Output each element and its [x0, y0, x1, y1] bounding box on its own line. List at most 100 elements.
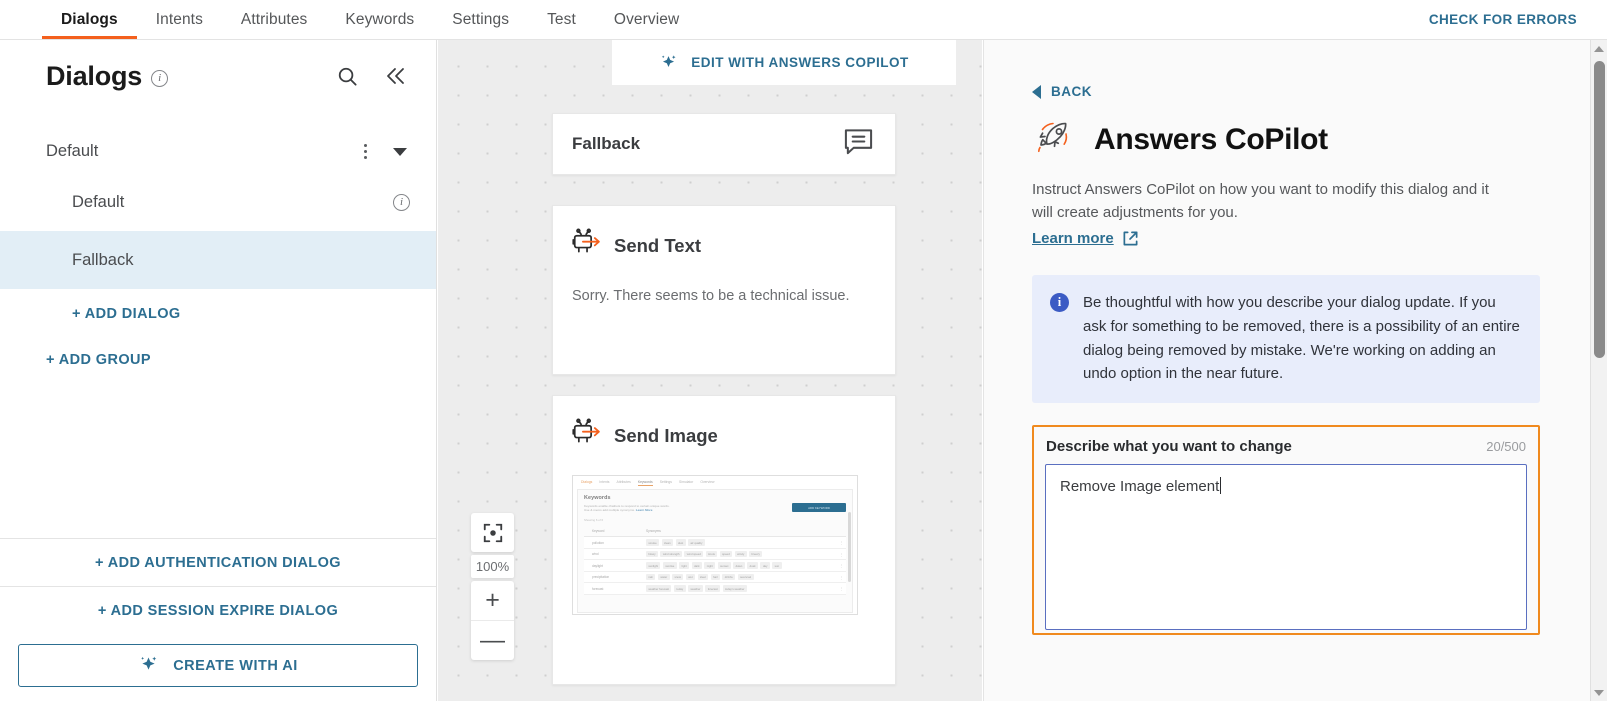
row-menu-icon: ⋮	[839, 586, 844, 592]
chip: dark	[691, 562, 702, 569]
chip: water	[657, 573, 670, 581]
prompt-textarea[interactable]: Remove Image element	[1045, 463, 1527, 630]
search-icon[interactable]	[333, 62, 361, 90]
zoom-in-button[interactable]: +	[471, 581, 514, 621]
create-with-ai-wrap: CREATE WITH AI	[0, 634, 436, 701]
chip: blowy	[646, 550, 658, 558]
tab-settings[interactable]: Settings	[433, 0, 528, 39]
node-title: Fallback	[572, 134, 641, 153]
zoom-out-button[interactable]: —	[471, 621, 514, 660]
preview-cell-synonyms: sunlight sunrise light dark night sunset…	[646, 562, 837, 569]
node-send-image[interactable]: Send Image Dialogs Intents Attributes Ke…	[552, 395, 896, 685]
triangle-left-icon	[1032, 84, 1041, 99]
dialog-canvas[interactable]: EDIT WITH ANSWERS COPILOT Fallback Send …	[438, 40, 982, 701]
preview-tab: Attributes	[616, 480, 631, 484]
add-dialog-button[interactable]: + ADD DIALOG	[0, 289, 436, 323]
tab-label: Intents	[155, 10, 203, 28]
tab-label: Test	[547, 10, 576, 28]
caret-down-icon[interactable]	[393, 147, 407, 156]
tab-keywords[interactable]: Keywords	[326, 0, 433, 39]
chip: breezy	[749, 550, 763, 558]
dialog-group-row[interactable]: Default	[0, 130, 436, 173]
chip: knots	[705, 550, 718, 558]
chip: dust	[675, 539, 686, 546]
add-group-button[interactable]: + ADD GROUP	[0, 323, 436, 369]
prompt-header: Describe what you want to change 20/500	[1045, 438, 1527, 464]
sidebar-header-actions	[333, 62, 410, 90]
learn-more-link[interactable]: Learn more	[1032, 227, 1139, 250]
panel-scrollbar[interactable]	[1590, 40, 1607, 701]
tab-label: Settings	[452, 10, 510, 28]
create-with-ai-button[interactable]: CREATE WITH AI	[18, 644, 418, 687]
table-row: wind blowy wind strength wind speed knot…	[584, 548, 846, 561]
sidebar-item-fallback[interactable]: Fallback	[0, 231, 436, 289]
table-row: precipitation rain water snow wet sleet …	[584, 571, 846, 584]
preview-table-header: Keyword Synonyms	[584, 526, 846, 538]
sparkle-icon	[138, 653, 159, 678]
scroll-up-arrow-icon[interactable]	[1591, 40, 1607, 57]
collapse-icon[interactable]	[382, 62, 410, 90]
check-for-errors-button[interactable]: CHECK FOR ERRORS	[1429, 0, 1607, 39]
table-row: forecast weather forecast today weather …	[584, 583, 846, 595]
tab-attributes[interactable]: Attributes	[222, 0, 326, 39]
tab-test[interactable]: Test	[528, 0, 595, 39]
preview-tab: Dialogs	[581, 480, 593, 484]
text-caret	[1220, 476, 1222, 494]
preview-heading: Keywords	[584, 495, 611, 501]
row-menu-icon: ⋮	[839, 551, 844, 557]
edit-with-copilot-label: EDIT WITH ANSWERS COPILOT	[691, 55, 909, 70]
answers-copilot-panel: BACK Answers CoPilot Instruct Answers Co…	[983, 40, 1590, 701]
sidebar-footer: + ADD AUTHENTICATION DIALOG + ADD SESSIO…	[0, 538, 436, 701]
preview-tab: Simulator	[678, 480, 694, 484]
info-icon[interactable]: i	[393, 193, 410, 211]
check-for-errors-label: CHECK FOR ERRORS	[1428, 12, 1577, 27]
prompt-label: Describe what you want to change	[1046, 437, 1292, 455]
node-title: Send Image	[614, 424, 718, 446]
chip: snow	[672, 573, 684, 581]
tab-list: Dialogs Intents Attributes Keywords Sett…	[42, 0, 698, 39]
dialog-item-label: Default	[72, 192, 125, 211]
preview-col-synonyms: Synonyms	[646, 529, 661, 534]
chat-bubble-icon[interactable]	[843, 128, 874, 161]
image-attachment-preview[interactable]: Dialogs Intents Attributes Keywords Sett…	[572, 475, 858, 615]
back-button[interactable]: BACK	[1032, 84, 1540, 99]
zoom-level-label[interactable]: 100%	[471, 555, 514, 578]
add-group-label: + ADD GROUP	[46, 352, 151, 368]
preview-cell-synonyms: blowy wind strength wind speed knots spe…	[646, 550, 837, 558]
preview-cell-keyword: daylight	[592, 563, 603, 568]
dialogs-sidebar: Dialogs i Default Default i Fallback + A…	[0, 40, 437, 701]
tab-label: Attributes	[240, 10, 308, 28]
rocket-icon	[1032, 117, 1076, 162]
add-session-expire-dialog-button[interactable]: + ADD SESSION EXPIRE DIALOG	[0, 586, 436, 634]
preview-add-keyword-button: ADD KEYWORD	[792, 503, 846, 512]
preview-panel: Keywords Keywords enable chatbots to res…	[577, 489, 853, 613]
tab-dialogs[interactable]: Dialogs	[42, 0, 137, 39]
info-icon[interactable]: i	[151, 69, 169, 87]
tab-label: Overview	[613, 10, 680, 28]
chip: dusk	[747, 562, 758, 569]
scroll-thumb[interactable]	[1594, 61, 1605, 358]
node-title: Send Text	[614, 234, 702, 256]
add-authentication-dialog-button[interactable]: + ADD AUTHENTICATION DIALOG	[0, 538, 436, 586]
chip: smoke	[646, 539, 660, 546]
tab-intents[interactable]: Intents	[137, 0, 222, 39]
node-fallback[interactable]: Fallback	[552, 113, 896, 175]
kebab-menu-icon[interactable]	[355, 140, 375, 163]
panel-title-row: Answers CoPilot	[1032, 117, 1540, 162]
chip: air quality	[688, 539, 705, 546]
add-dialog-label: + ADD DIALOG	[72, 306, 181, 322]
chip: wet	[685, 573, 696, 581]
edit-with-answers-copilot-button[interactable]: EDIT WITH ANSWERS COPILOT	[612, 40, 956, 85]
tab-label: Dialogs	[61, 10, 118, 28]
tab-overview[interactable]: Overview	[595, 0, 698, 39]
row-menu-icon: ⋮	[839, 540, 844, 546]
fit-to-screen-button[interactable]	[471, 513, 514, 552]
chip: sea level	[737, 573, 754, 581]
node-send-text[interactable]: Send Text Sorry. There seems to be a tec…	[552, 205, 896, 375]
row-menu-icon: ⋮	[839, 574, 844, 580]
chip: sunset	[717, 562, 731, 569]
scroll-down-arrow-icon[interactable]	[1591, 684, 1607, 701]
add-session-expire-label: + ADD SESSION EXPIRE DIALOG	[97, 602, 339, 619]
preview-tabs: Dialogs Intents Attributes Keywords Sett…	[573, 476, 857, 489]
sidebar-item-default[interactable]: Default i	[0, 173, 436, 231]
